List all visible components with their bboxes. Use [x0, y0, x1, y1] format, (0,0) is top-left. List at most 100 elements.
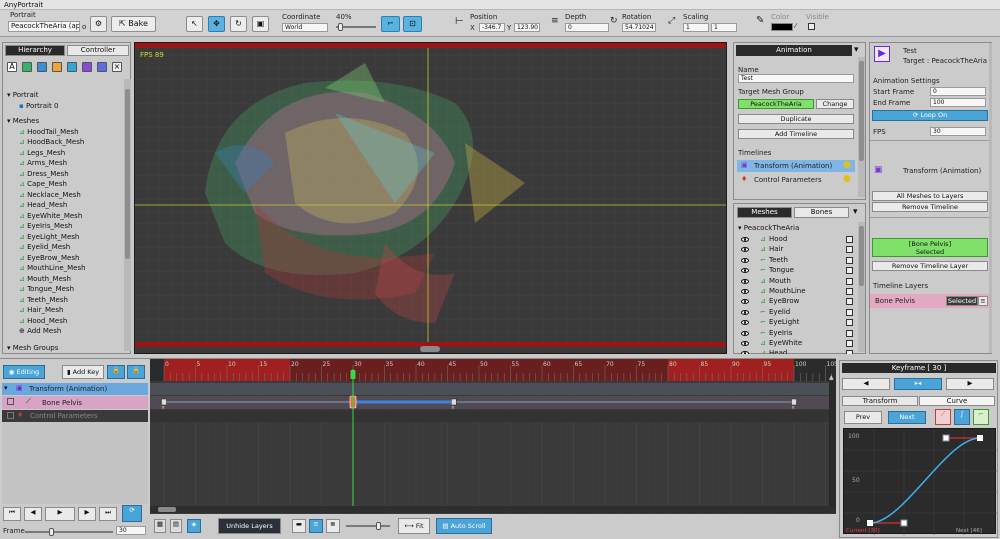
timeline-item-control-parameters[interactable]: ♦ Control Parameters ●: [737, 174, 855, 186]
bone-view-toggle[interactable]: ⌐: [381, 16, 400, 32]
curve-linear-button[interactable]: ⟋: [935, 409, 951, 425]
eye-icon[interactable]: [741, 299, 749, 305]
mesh-visibility-row[interactable]: ⌐ Teeth: [738, 255, 856, 265]
mesh-item[interactable]: ⊿ EyeLight_Mesh: [7, 232, 125, 243]
curve-constant-button[interactable]: ⌐: [973, 409, 989, 425]
change-button[interactable]: Change: [816, 99, 854, 109]
eye-icon[interactable]: [741, 278, 749, 284]
move-tool-button[interactable]: ✥: [208, 16, 225, 32]
mesh-groups-section-header[interactable]: ▾ Mesh Groups: [7, 343, 125, 354]
play-button[interactable]: ▶: [45, 507, 75, 521]
mesh-checkbox[interactable]: [846, 350, 853, 354]
eye-icon[interactable]: [741, 309, 749, 315]
scale-x-field[interactable]: 1: [683, 23, 709, 32]
depth-field[interactable]: 0: [565, 23, 609, 32]
tab-controller[interactable]: Controller: [67, 45, 129, 56]
mesh-filter-icon[interactable]: [52, 62, 62, 72]
zoom-slider[interactable]: [336, 23, 376, 31]
mesh-checkbox[interactable]: [846, 277, 853, 285]
remove-timeline-layer-button[interactable]: Remove Timeline Layer: [872, 261, 988, 271]
chevron-down-icon[interactable]: ▾: [853, 207, 858, 217]
tab-meshes[interactable]: Meshes: [737, 207, 792, 218]
mesh-item[interactable]: ⊿ EyeWhite_Mesh: [7, 211, 125, 222]
mesh-item[interactable]: ⊿ Legs_Mesh: [7, 148, 125, 159]
duplicate-button[interactable]: Duplicate: [738, 114, 854, 124]
portrait-item[interactable]: ▪ Portrait 0: [7, 101, 125, 112]
sort-mode-icon[interactable]: ▤: [170, 519, 182, 533]
unhide-layers-button[interactable]: Unhide Layers: [218, 518, 281, 534]
timeline-row-transform[interactable]: ▾ ▣ Transform (Animation): [2, 383, 148, 395]
mesh-item[interactable]: ⊿ Teeth_Mesh: [7, 295, 125, 306]
mesh-item[interactable]: ⊿ Hair_Mesh: [7, 305, 125, 316]
visible-checkbox[interactable]: [808, 23, 815, 30]
lock-layer-button[interactable]: 🔒: [127, 365, 145, 379]
eye-icon[interactable]: [741, 257, 749, 263]
mesh-checkbox[interactable]: [846, 287, 853, 295]
eye-icon[interactable]: [741, 288, 749, 294]
timeline-zoom-handle[interactable]: [376, 522, 381, 530]
mesh-visibility-row[interactable]: ⊿ Head: [738, 348, 856, 354]
rotate-tool-button[interactable]: ↻: [230, 16, 247, 32]
position-y-field[interactable]: 123.90: [514, 23, 540, 32]
settings-button[interactable]: ⚙: [90, 16, 107, 32]
loop-toggle-button[interactable]: ⟳: [122, 505, 142, 522]
frame-slider-handle[interactable]: [49, 528, 54, 536]
mesh-view-toggle[interactable]: ⊡: [403, 16, 422, 32]
select-tool-button[interactable]: ↖: [186, 16, 203, 32]
position-x-field[interactable]: -346.7: [479, 23, 505, 32]
next-curve-button[interactable]: Next: [888, 411, 926, 424]
row-size-small-button[interactable]: ▬: [292, 519, 306, 533]
curve-editor[interactable]: 100 50 0 Current [30] Next [46]: [843, 428, 997, 535]
mesh-item[interactable]: ⊿ Necklace_Mesh: [7, 190, 125, 201]
meshes-section-header[interactable]: ▾ Meshes: [7, 116, 125, 127]
mesh-panel-scrollbar[interactable]: [858, 222, 865, 352]
frame-field[interactable]: 30: [116, 526, 146, 535]
fit-button[interactable]: ⟷ Fit: [398, 518, 430, 534]
animation-filter-icon[interactable]: [82, 62, 92, 72]
mesh-visibility-row[interactable]: ⊿ MouthLine: [738, 286, 856, 296]
next-keyframe-button[interactable]: ▶: [946, 378, 994, 390]
mesh-checkbox[interactable]: [846, 236, 853, 243]
mesh-item[interactable]: ⊿ Arms_Mesh: [7, 158, 125, 169]
bake-button[interactable]: ⇱ Bake: [111, 16, 156, 32]
mesh-item[interactable]: ⊿ Cape_Mesh: [7, 179, 125, 190]
animation-panel-scrollbar[interactable]: [858, 57, 865, 197]
mesh-visibility-row[interactable]: ⌐ Eyelid: [738, 307, 856, 317]
coordinate-select[interactable]: World: [282, 23, 328, 32]
eye-icon[interactable]: [741, 320, 749, 326]
eye-icon[interactable]: [741, 268, 749, 274]
text-filter-icon[interactable]: A: [7, 62, 17, 72]
mesh-item[interactable]: ⊿ EyeIris_Mesh: [7, 221, 125, 232]
mesh-visibility-row[interactable]: ⊿ EyeBrow: [738, 296, 856, 306]
eye-icon[interactable]: [741, 247, 749, 253]
eye-icon[interactable]: [741, 340, 749, 346]
close-filter-icon[interactable]: ×: [112, 62, 122, 72]
mesh-visibility-row[interactable]: ⊿ Hood: [738, 234, 856, 244]
mesh-item[interactable]: ⊿ EyeBrow_Mesh: [7, 253, 125, 264]
end-frame-field[interactable]: 100: [930, 98, 986, 107]
tab-hierarchy[interactable]: Hierarchy: [5, 45, 65, 56]
timeline-layer-row[interactable]: Bone Pelvis Selected ≡: [870, 294, 991, 308]
timeline-hscroll-handle[interactable]: [158, 507, 176, 512]
zoom-slider-handle[interactable]: [338, 23, 343, 31]
viewport[interactable]: FPS 89: [134, 42, 727, 354]
mesh-visibility-row[interactable]: ⌐ EyeLight: [738, 317, 856, 327]
timeline-grid[interactable]: 0 5 10 15 20 25 30 35 40 45 50 55 60 65 70 75 80 85 90 95 10…: [150, 359, 836, 514]
eye-icon[interactable]: [741, 237, 749, 242]
image-filter-icon[interactable]: [37, 62, 47, 72]
hierarchy-scrollbar[interactable]: [124, 79, 131, 351]
viewport-hscroll-handle[interactable]: [420, 346, 440, 352]
mesh-item[interactable]: ⊿ HoodTail_Mesh: [7, 127, 125, 138]
add-key-button[interactable]: ▮ Add Key: [62, 365, 104, 379]
mesh-visibility-row[interactable]: ⊿ Mouth: [738, 276, 856, 286]
color-swatch[interactable]: [771, 23, 793, 31]
chevron-down-icon[interactable]: ▾: [854, 45, 859, 55]
scale-tool-button[interactable]: ▣: [252, 16, 269, 32]
frame-slider[interactable]: [25, 528, 113, 536]
add-mesh-button[interactable]: ⊕ Add Mesh: [7, 326, 125, 337]
row-size-medium-button[interactable]: ≡: [309, 519, 323, 533]
fps-field[interactable]: 30: [930, 127, 986, 136]
row-size-large-button[interactable]: ≣: [326, 519, 340, 533]
curve-smooth-button[interactable]: ∫: [954, 409, 970, 425]
center-keyframe-button[interactable]: ▸◂: [894, 378, 942, 390]
